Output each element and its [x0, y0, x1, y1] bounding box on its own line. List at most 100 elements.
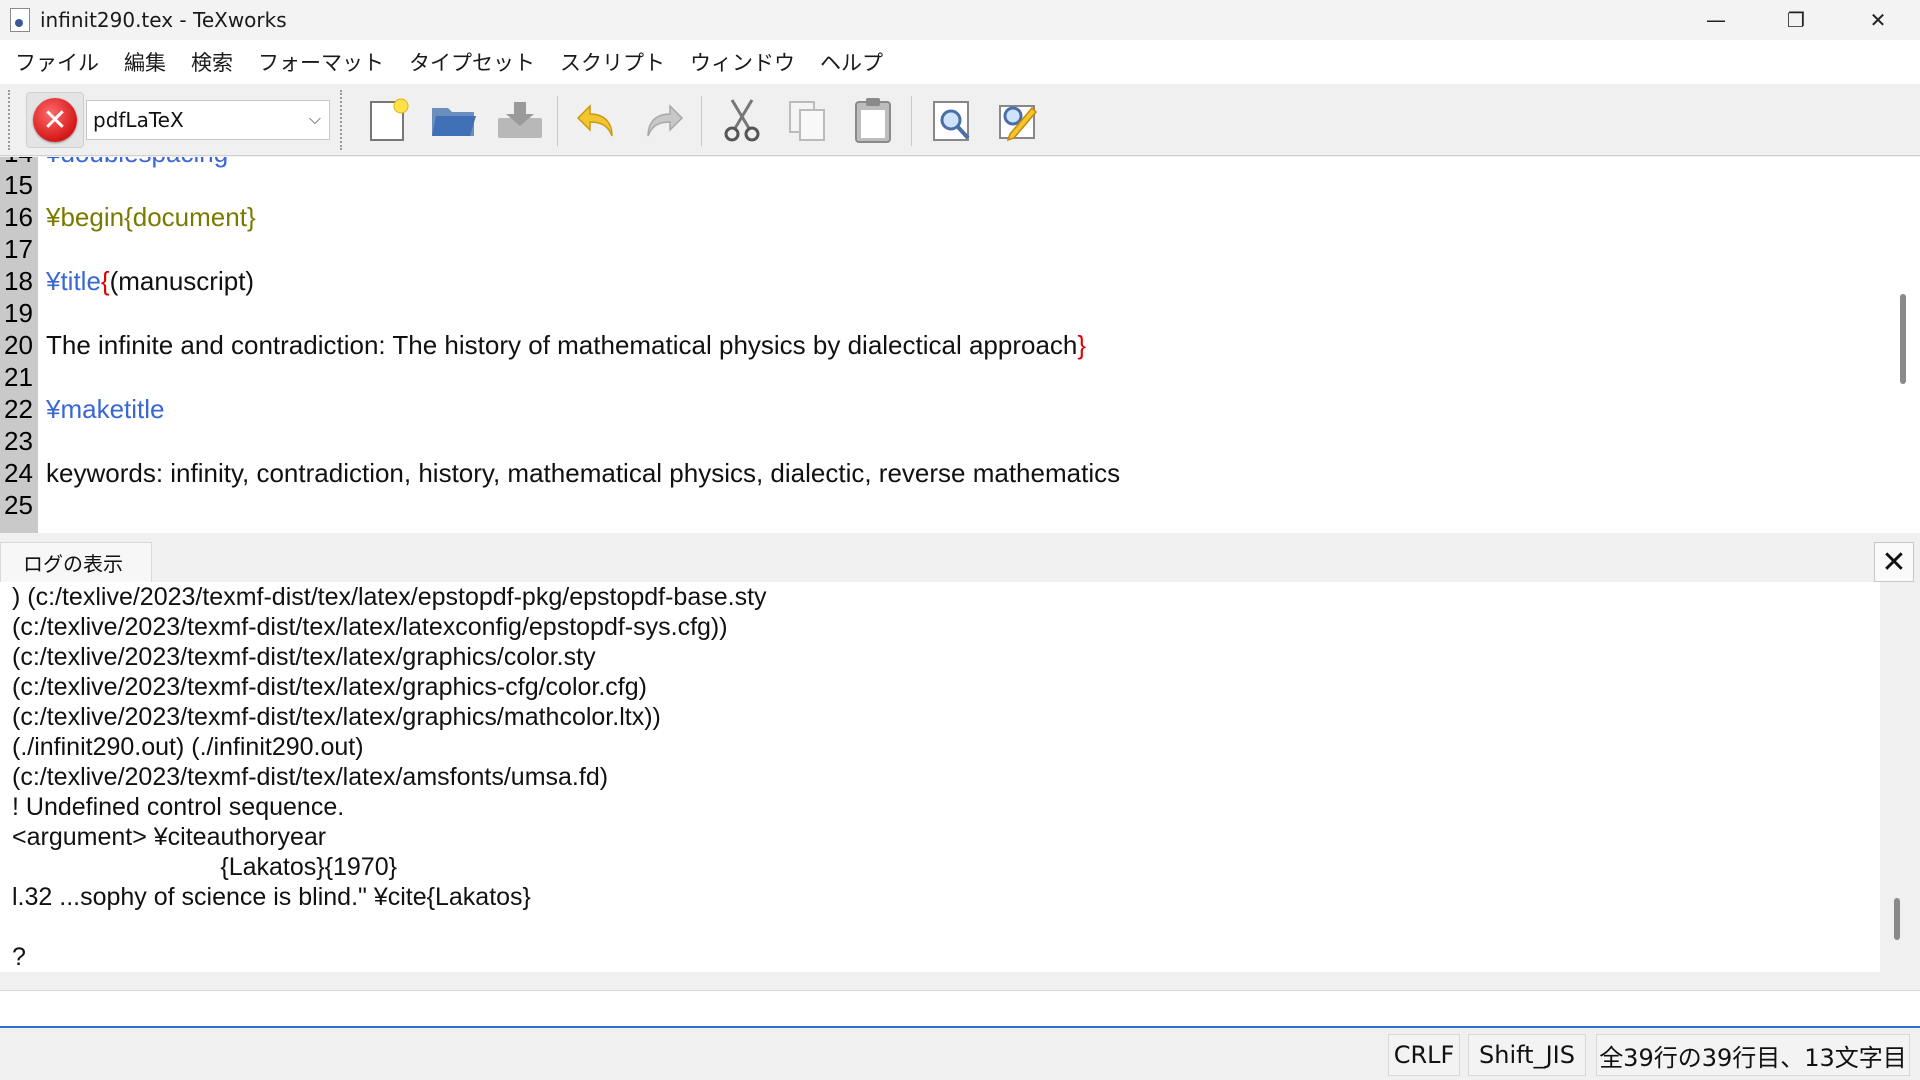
line-number: 14	[0, 157, 38, 169]
code-token: ¥title	[46, 266, 101, 296]
maximize-button[interactable]: ❐	[1756, 0, 1836, 40]
stop-typeset-button[interactable]: ✕	[26, 92, 84, 148]
toolbar-grip[interactable]	[340, 90, 344, 150]
log-line: ?	[12, 943, 26, 971]
line-number: 15	[4, 170, 33, 200]
editor-line: 15	[0, 169, 38, 201]
line-code: keywords: infinity, contradiction, histo…	[46, 457, 1120, 489]
cursor-position-indicator[interactable]: 全39行の39行目、13文字目	[1596, 1034, 1910, 1076]
menu-window[interactable]: ウィンドウ	[681, 47, 811, 77]
code-token: ¥begin{document}	[46, 202, 256, 232]
redo-icon[interactable]	[640, 96, 688, 144]
editor-line: 21	[0, 361, 38, 393]
line-number: 22	[4, 394, 33, 424]
texworks-app-icon	[10, 8, 30, 32]
editor-line: 16 ¥begin{document}	[0, 201, 256, 233]
source-editor[interactable]: 14 ¥doublespacing 1516 ¥begin{document} 17…	[0, 157, 1920, 533]
cut-icon[interactable]	[718, 96, 766, 144]
typeset-engine-select[interactable]: pdfLaTeX ⌵	[86, 100, 330, 140]
menu-scripts[interactable]: スクリプト	[551, 47, 681, 77]
tab-log[interactable]: ログの表示	[0, 542, 152, 582]
line-number: 24	[4, 458, 33, 488]
log-line: <argument> ¥citeauthoryear	[12, 823, 327, 851]
line-code: ¥title{(manuscript)	[46, 265, 254, 297]
editor-line: 17	[0, 233, 38, 265]
code-token: (manuscript)	[109, 266, 255, 296]
log-line: (./infinit290.out) (./infinit290.out)	[12, 733, 364, 761]
toolbar-grip[interactable]	[8, 90, 12, 150]
code-token: ¥maketitle	[46, 394, 165, 424]
editor-line: 14 ¥doublespacing	[0, 157, 228, 169]
menu-bar: ファイル 編集 検索 フォーマット タイプセット スクリプト ウィンドウ ヘルプ	[0, 40, 1920, 84]
log-line: ) (c:/texlive/2023/texmf-dist/tex/latex/…	[12, 583, 767, 611]
close-window-button[interactable]: ✕	[1838, 0, 1918, 40]
menu-search[interactable]: 検索	[182, 47, 249, 77]
editor-line: 20 The infinite and contradiction: The hi…	[0, 329, 1086, 361]
close-log-button[interactable]: ✕	[1874, 542, 1914, 582]
copy-icon[interactable]	[784, 96, 832, 144]
log-line: l.32 ...sophy of science is blind." ¥cit…	[12, 883, 531, 911]
menu-edit[interactable]: 編集	[115, 47, 182, 77]
toolbar-separator	[911, 96, 912, 146]
console-input[interactable]	[0, 990, 1920, 1028]
editor-line: 25	[0, 489, 38, 521]
window-title: infinit290.tex - TeXworks	[40, 8, 287, 32]
edit-settings-icon[interactable]	[994, 96, 1042, 144]
line-code: ¥doublespacing	[46, 157, 228, 169]
stop-typeset-icon: ✕	[33, 98, 77, 142]
editor-line: 22 ¥maketitle	[0, 393, 165, 425]
log-output: ) (c:/texlive/2023/texmf-dist/tex/latex/…	[0, 582, 1880, 972]
line-number: 23	[4, 426, 33, 456]
line-code: ¥begin{document}	[46, 201, 256, 233]
editor-scroll-thumb[interactable]	[1900, 294, 1906, 384]
editor-scrollbar[interactable]	[1900, 294, 1906, 533]
log-scroll-thumb[interactable]	[1894, 898, 1900, 940]
chevron-down-icon: ⌵	[308, 109, 321, 128]
line-number: 17	[4, 234, 33, 264]
log-tab-bar: ログの表示	[0, 540, 1920, 582]
line-ending-indicator[interactable]: CRLF	[1388, 1034, 1460, 1076]
menu-file[interactable]: ファイル	[6, 47, 115, 77]
log-line: (c:/texlive/2023/texmf-dist/tex/latex/la…	[12, 613, 728, 641]
status-bar: CRLF Shift_JIS 全39行の39行目、13文字目	[0, 1030, 1920, 1080]
line-number: 21	[4, 362, 33, 392]
line-number: 20	[4, 330, 33, 360]
title-bar: infinit290.tex - TeXworks	[0, 0, 1920, 40]
log-line: (c:/texlive/2023/texmf-dist/tex/latex/gr…	[12, 673, 647, 701]
code-token: {	[100, 266, 110, 296]
log-line: (c:/texlive/2023/texmf-dist/tex/latex/gr…	[12, 643, 596, 671]
encoding-indicator[interactable]: Shift_JIS	[1468, 1034, 1586, 1076]
editor-line: 24 keywords: infinity, contradiction, his…	[0, 457, 1120, 489]
paste-icon[interactable]	[850, 96, 898, 144]
log-line: (c:/texlive/2023/texmf-dist/tex/latex/gr…	[12, 703, 661, 731]
log-line: ! Undefined control sequence.	[12, 793, 345, 821]
line-number: 16	[4, 202, 33, 232]
new-document-icon[interactable]	[364, 96, 412, 144]
line-code: ¥maketitle	[46, 393, 165, 425]
menu-typeset[interactable]: タイプセット	[400, 47, 551, 77]
close-icon: ✕	[1881, 544, 1907, 580]
line-number: 25	[4, 490, 33, 520]
editor-line: 23	[0, 425, 38, 457]
menu-format[interactable]: フォーマット	[249, 47, 400, 77]
minimize-button[interactable]: —	[1676, 0, 1756, 40]
line-code: The infinite and contradiction: The hist…	[46, 329, 1086, 361]
engine-value: pdfLaTeX	[93, 108, 184, 132]
log-line: (c:/texlive/2023/texmf-dist/tex/latex/am…	[12, 763, 609, 791]
toolbar-separator	[701, 96, 702, 146]
editor-line: 19	[0, 297, 38, 329]
code-token: The infinite and contradiction: The hist…	[46, 330, 1078, 360]
toolbar-separator	[557, 96, 558, 146]
log-line: {Lakatos}{1970}	[12, 853, 397, 881]
code-token: }	[1077, 330, 1087, 360]
undo-icon[interactable]	[572, 96, 620, 144]
preview-icon[interactable]	[928, 96, 976, 144]
line-number: 19	[4, 298, 33, 328]
menu-help[interactable]: ヘルプ	[811, 47, 899, 77]
toolbar: ✕ pdfLaTeX ⌵	[0, 84, 1920, 156]
save-icon[interactable]	[496, 96, 544, 144]
open-folder-icon[interactable]	[430, 96, 478, 144]
line-number: 18	[4, 266, 33, 296]
editor-line: 18 ¥title{(manuscript)	[0, 265, 254, 297]
code-token: keywords: infinity, contradiction, histo…	[46, 458, 1121, 488]
